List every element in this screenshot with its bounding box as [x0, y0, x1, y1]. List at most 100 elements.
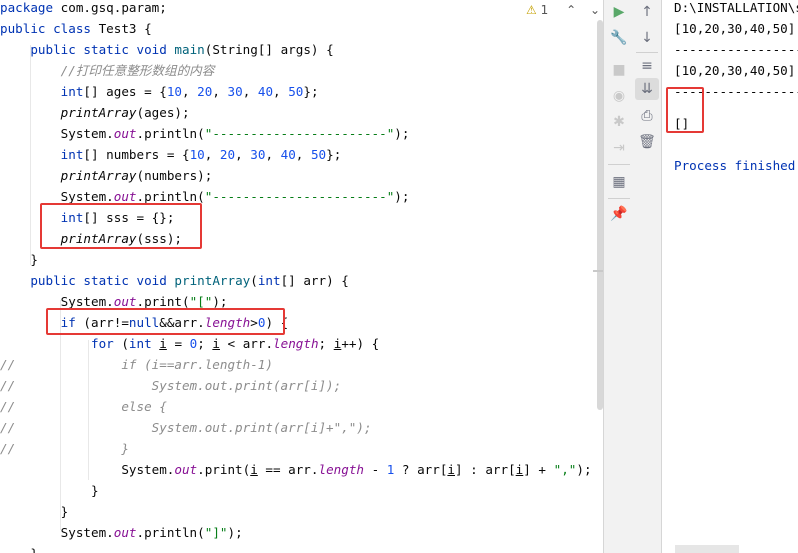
code-token: int — [128, 336, 152, 351]
code-token: printArray — [174, 273, 251, 288]
console-line: ------------------ — [674, 42, 798, 57]
code-token: package — [0, 0, 54, 15]
arrow-up-icon[interactable]: ↑ — [637, 2, 657, 22]
run-icon[interactable]: ▶ — [609, 2, 629, 22]
code-token: length — [318, 462, 364, 477]
code-token: == arr. — [257, 462, 319, 477]
code-token: = — [166, 336, 190, 351]
debug-bug-icon[interactable]: ✱ — [609, 112, 629, 132]
wrench-icon[interactable]: 🔧 — [609, 28, 629, 48]
console-line: [10,20,30,40,50] — [674, 21, 796, 36]
code-line[interactable]: printArray(numbers); — [0, 165, 213, 186]
code-token: } — [0, 483, 99, 498]
chevron-up-icon[interactable]: ⌃ — [566, 3, 576, 17]
toolbar-divider — [608, 198, 630, 199]
code-token: "[" — [189, 294, 213, 309]
editor-scrollbar[interactable] — [595, 0, 603, 553]
code-token: ); — [394, 126, 410, 141]
code-token: i — [159, 336, 167, 351]
code-line[interactable]: System.out.println("--------------------… — [0, 123, 410, 144]
console-line: Process finished w — [674, 158, 798, 173]
pin-icon[interactable]: 📌 — [609, 204, 629, 224]
code-line[interactable]: // System.out.print(arr[i]); — [0, 375, 341, 396]
code-token: System.out.print(arr[i]); — [15, 378, 342, 393]
code-token: , — [204, 147, 220, 162]
code-token: , — [212, 84, 228, 99]
code-token: ); — [212, 294, 228, 309]
arrow-down-icon[interactable]: ↓ — [637, 28, 657, 48]
scroll-to-end-icon[interactable]: ⇊ — [635, 78, 659, 100]
code-token: i — [212, 336, 220, 351]
code-token: // — [0, 441, 16, 456]
code-token: com.gsq.param; — [53, 0, 167, 15]
code-line[interactable]: public static void main(String[] args) { — [0, 39, 333, 60]
code-token: printArray — [60, 105, 137, 120]
code-token: if (i==arr.length-1) — [15, 357, 273, 372]
code-token: out — [113, 189, 137, 204]
code-token: Test3 { — [91, 21, 152, 36]
code-line[interactable]: int[] ages = {10, 20, 30, 40, 50}; — [0, 81, 319, 102]
code-line[interactable]: package com.gsq.param; — [0, 0, 167, 18]
code-line[interactable]: printArray(ages); — [0, 102, 190, 123]
code-line[interactable]: //打印任意整形数组的内容 — [0, 60, 215, 81]
layout-icon[interactable]: ▦ — [609, 172, 629, 192]
code-token: int — [257, 273, 281, 288]
warning-icon: ⚠ — [526, 3, 537, 17]
code-token: ( — [250, 273, 258, 288]
code-token: "-----------------------" — [204, 189, 395, 204]
code-line[interactable]: // else { — [0, 396, 167, 417]
code-line[interactable]: } — [0, 249, 38, 270]
code-token: - — [363, 462, 387, 477]
inspection-count: 1 — [540, 3, 549, 17]
highlight-box-empty-output — [666, 87, 704, 133]
code-line[interactable]: for (int i = 0; i < arr.length; i++) { — [0, 333, 379, 354]
inspection-indicator[interactable]: ⚠ 1 ⌃ ⌄ — [526, 0, 600, 21]
code-line[interactable]: public static void printArray(int[] arr)… — [0, 270, 349, 291]
code-token: else { — [15, 399, 167, 414]
indent-guide — [30, 45, 31, 265]
code-token: , — [235, 147, 251, 162]
trash-icon[interactable]: 🗑 — [637, 132, 657, 152]
code-token: [] ages = { — [83, 84, 167, 99]
code-editor[interactable]: package com.gsq.param; public class Test3… — [0, 0, 603, 553]
console-output[interactable]: D:\INSTALLATION\so [10,20,30,40,50] ------… — [662, 0, 798, 553]
code-token: } — [0, 546, 38, 553]
code-line[interactable]: // } — [0, 438, 129, 459]
code-token: }; — [326, 147, 342, 162]
code-token: } — [0, 504, 69, 519]
login-icon[interactable]: ⇥ — [609, 138, 629, 158]
print-icon[interactable]: ⎙ — [637, 106, 657, 126]
code-line[interactable]: public class Test3 { — [0, 18, 152, 39]
code-token: // — [0, 399, 16, 414]
code-token: 40 — [257, 84, 274, 99]
camera-icon[interactable]: ◉ — [609, 86, 629, 106]
console-line: [10,20,30,40,50] — [674, 63, 796, 78]
code-line[interactable]: System.out.println("]"); — [0, 522, 243, 543]
soft-wrap-icon[interactable]: ≡ — [637, 56, 657, 76]
indent-guide — [88, 340, 89, 480]
code-line[interactable]: // if (i==arr.length-1) — [0, 354, 273, 375]
code-token: System. — [0, 294, 114, 309]
code-token: for — [91, 336, 114, 351]
code-token: public class — [0, 21, 91, 36]
code-token: i — [447, 462, 455, 477]
code-token: ); — [394, 189, 410, 204]
code-token: 50 — [288, 84, 304, 99]
highlight-box-null-check — [46, 308, 285, 335]
code-line[interactable]: } — [0, 480, 99, 501]
code-token: < arr. — [219, 336, 274, 351]
stop-icon[interactable]: ■ — [609, 60, 629, 80]
code-token: (numbers); — [136, 168, 213, 183]
toolbar-divider — [636, 52, 658, 53]
code-line[interactable]: // System.out.print(arr[i]+","); — [0, 417, 372, 438]
code-line[interactable]: int[] numbers = {10, 20, 30, 40, 50}; — [0, 144, 342, 165]
code-token: .print( — [197, 462, 251, 477]
code-token: // — [0, 357, 16, 372]
code-token: .print( — [136, 294, 190, 309]
console-horizontal-scrollbar[interactable] — [675, 545, 739, 553]
code-line[interactable]: } — [0, 501, 69, 522]
code-token: 30 — [250, 147, 266, 162]
code-line[interactable]: } — [0, 543, 38, 553]
code-token: 20 — [219, 147, 236, 162]
